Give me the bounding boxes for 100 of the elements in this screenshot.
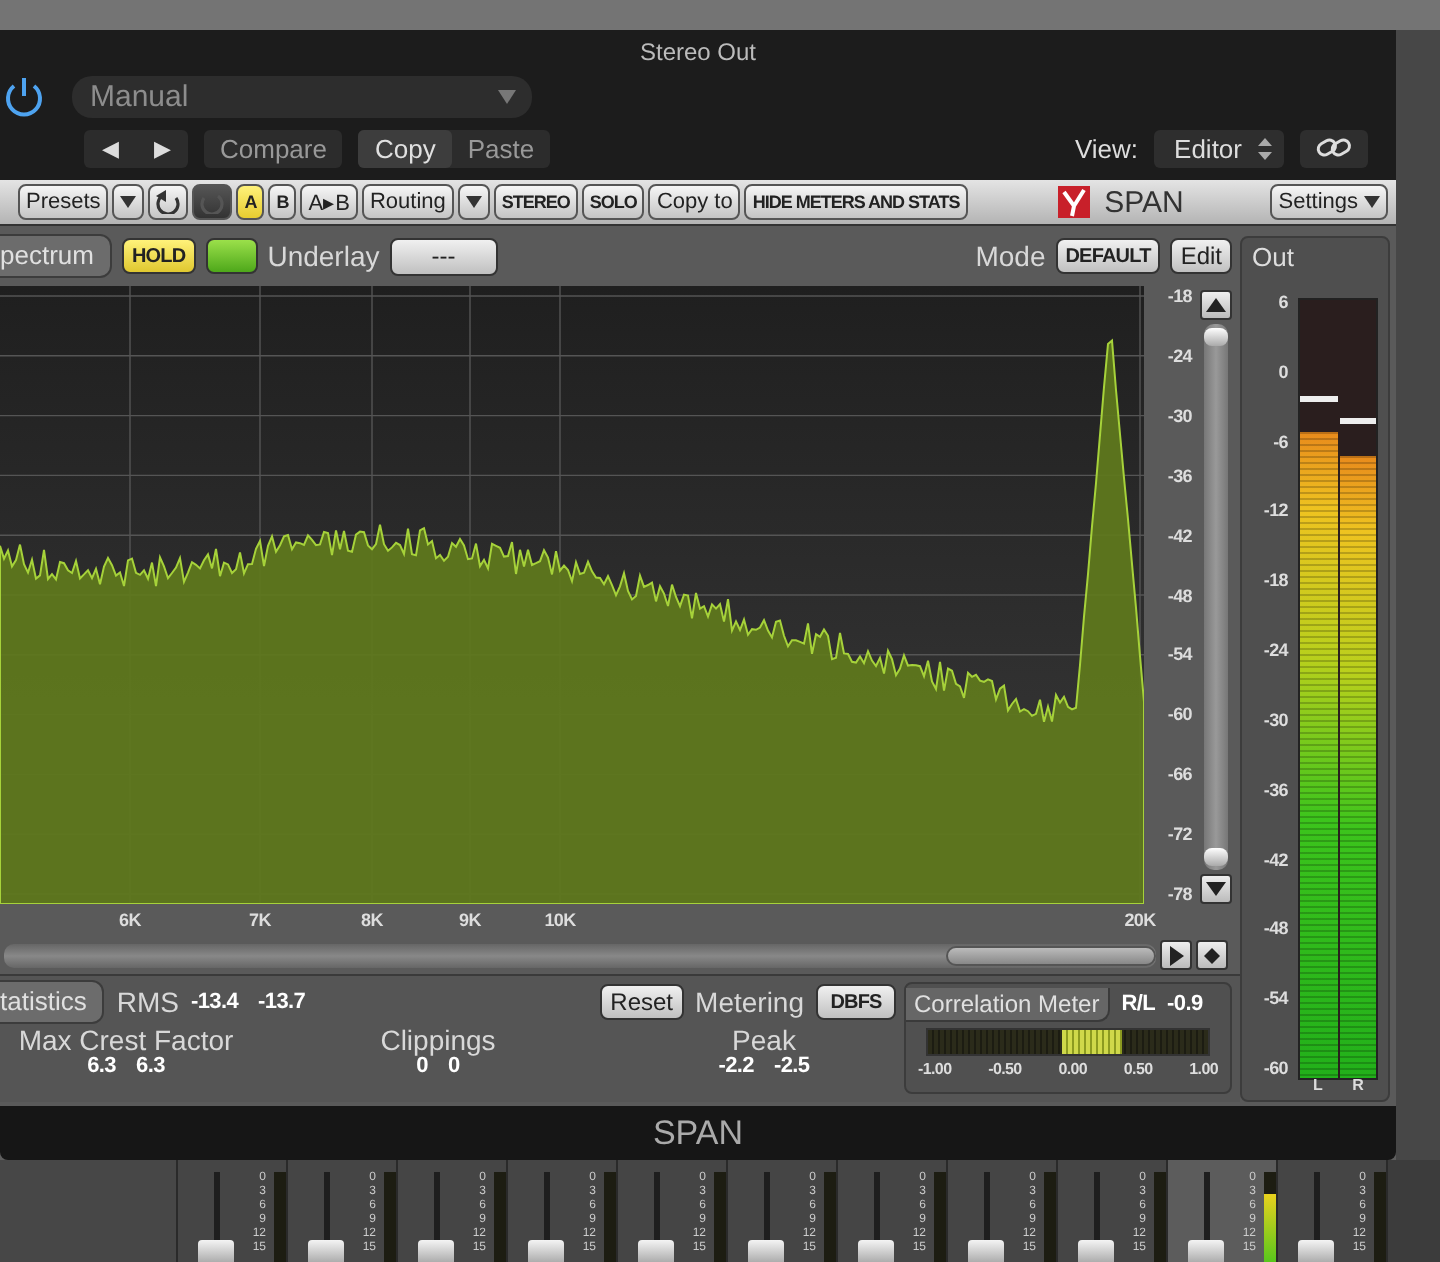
link-button[interactable] (1300, 129, 1368, 167)
previous-button[interactable]: ◀ (84, 129, 136, 167)
power-icon[interactable] (0, 72, 48, 120)
panel-title: Correlation Meter (906, 987, 1110, 1021)
scale-label: -0.50 (988, 1060, 1022, 1078)
link-icon (1316, 136, 1352, 160)
level-meter (714, 1172, 726, 1262)
mode-button[interactable]: DEFAULT (1055, 238, 1161, 274)
scale-label: -36 (1263, 779, 1288, 800)
stat-value: 0 (416, 1054, 428, 1080)
axis-label: -66 (1167, 764, 1192, 785)
reset-button[interactable]: Reset (600, 984, 684, 1020)
underlay-label: Underlay (267, 240, 380, 272)
panel-title: Out (1250, 240, 1296, 276)
view-dropdown[interactable]: Editor (1154, 129, 1284, 167)
compare-button[interactable]: Compare (204, 129, 343, 167)
level-fill (1264, 1194, 1276, 1262)
preset-dropdown[interactable]: Manual (72, 75, 532, 117)
scale-label: -12 (1263, 500, 1288, 521)
reset-zoom-button[interactable] (1196, 940, 1228, 970)
scroll-down-button[interactable] (1200, 874, 1232, 904)
stat-value: 6.3 (136, 1054, 165, 1080)
tab[interactable]: pectrum (0, 234, 112, 278)
scale-label: -48 (1263, 918, 1288, 939)
undo-button[interactable] (148, 184, 189, 220)
vertical-scrollbar[interactable] (1204, 324, 1228, 870)
level-meter (274, 1172, 286, 1262)
channel-label: L (1311, 1076, 1325, 1098)
stat-value: -2.5 (774, 1054, 810, 1080)
paste-button[interactable]: Paste (451, 129, 551, 167)
axis-label: -60 (1167, 704, 1192, 725)
level-meter (384, 1172, 396, 1262)
toolbar-button[interactable]: HIDE METERS AND STATS (744, 184, 968, 220)
toolbar-button[interactable]: STEREO (493, 184, 578, 220)
toggle-button[interactable] (205, 238, 258, 274)
settings-button[interactable]: Settings (1270, 184, 1388, 220)
stat-value: 6.3 (87, 1054, 116, 1080)
up-arrow-icon (1206, 298, 1226, 312)
stat-value: -2.2 (718, 1054, 754, 1080)
view-label: View: (1074, 133, 1139, 163)
axis-label: 7K (249, 910, 271, 930)
level-meter (1154, 1172, 1166, 1262)
channel-label: R (1350, 1076, 1366, 1098)
stat-label: Clippings (380, 1028, 496, 1054)
scale-label: -60 (1263, 1058, 1288, 1078)
scale-label: -1.00 (918, 1060, 952, 1078)
axis-label: -78 (1167, 884, 1192, 904)
scale-label: 6 (1278, 292, 1288, 312)
level-meter (494, 1172, 506, 1262)
toolbar-button[interactable]: A▸B (300, 184, 358, 220)
scroll-thumb[interactable] (1204, 848, 1228, 866)
peak-hold-marker (1339, 418, 1376, 425)
axis-label: 9K (459, 910, 481, 930)
toolbar-button[interactable]: Copy to (648, 184, 741, 220)
scale-label: -6 (1273, 431, 1288, 452)
axis-label: 8K (361, 910, 383, 930)
scale-label: -42 (1263, 849, 1288, 870)
scroll-up-button[interactable] (1200, 290, 1232, 320)
reading-value: -0.9 (1167, 992, 1203, 1016)
metering-label: Metering (695, 986, 804, 1018)
scale-label: -54 (1263, 988, 1288, 1009)
brand-name: SPAN (1104, 185, 1184, 219)
preset-slot-button[interactable]: A (236, 184, 265, 220)
redo-button[interactable] (192, 184, 233, 220)
hold-button[interactable]: HOLD (121, 238, 196, 274)
reading-label: R/L (1121, 992, 1156, 1016)
dropdown-button[interactable] (112, 184, 145, 220)
axis-label: -36 (1167, 465, 1192, 486)
axis-label: -30 (1167, 405, 1192, 426)
toolbar-button[interactable]: Presets (18, 184, 109, 220)
scale-label: -24 (1263, 640, 1288, 661)
view-value: Editor (1174, 133, 1242, 163)
scroll-thumb[interactable] (1204, 328, 1228, 346)
scale-label: -18 (1263, 570, 1288, 591)
axis-label: 20K (1124, 910, 1156, 930)
level-meter (934, 1172, 946, 1262)
next-button[interactable]: ▶ (136, 129, 188, 167)
tab[interactable]: tatistics (0, 980, 105, 1024)
horizontal-scrollbar[interactable] (4, 943, 1156, 967)
underlay-dropdown[interactable]: --- (389, 237, 498, 275)
stat-label: Peak (732, 1028, 796, 1054)
rms-value: -13.7 (258, 990, 306, 1014)
window-title: Stereo Out (639, 38, 757, 66)
scroll-handle[interactable] (946, 945, 1156, 965)
level-meter (1044, 1172, 1056, 1262)
dropdown-button[interactable] (457, 184, 490, 220)
copy-button[interactable]: Copy (358, 129, 452, 167)
caret-icon (1364, 196, 1380, 208)
scale-label: 1.00 (1189, 1060, 1218, 1078)
axis-label: -48 (1167, 585, 1192, 605)
scale-label: -30 (1263, 709, 1288, 730)
stat-value: 0 (448, 1054, 460, 1080)
rms-label: RMS (116, 986, 179, 1018)
metering-button[interactable]: DBFS (816, 984, 896, 1020)
level-meter (604, 1172, 616, 1262)
toolbar-button[interactable]: Routing (361, 184, 454, 220)
preset-slot-button[interactable]: B (268, 184, 297, 220)
toolbar-button[interactable]: SOLO (581, 184, 645, 220)
scroll-right-button[interactable] (1160, 940, 1192, 970)
edit-button[interactable]: Edit (1170, 238, 1232, 274)
